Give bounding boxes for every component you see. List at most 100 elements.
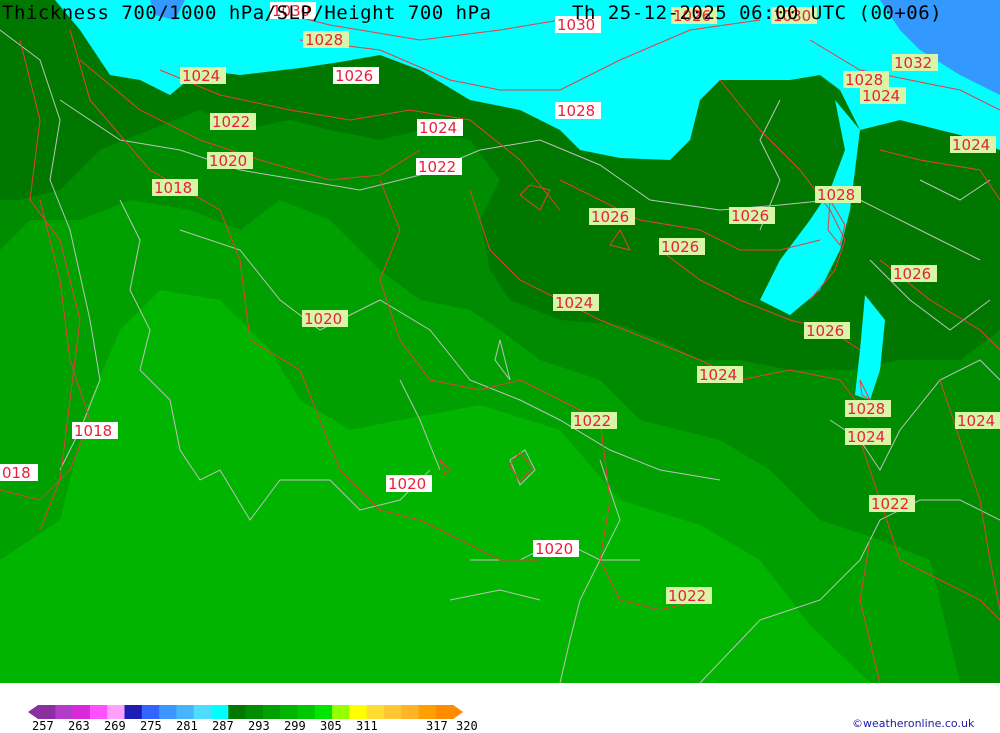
isobar-label: 1024 [950,136,996,154]
isobar-label: 1022 [666,587,712,605]
isobar-label: 1024 [860,87,906,105]
scale-swatch [107,705,125,719]
isobar-label: 1026 [659,238,705,256]
isobar-label: 1022 [869,495,915,513]
isobar-label: 1020 [207,152,253,170]
scale-swatch [435,705,454,719]
scale-swatch [211,705,229,719]
label-text: 1024 [419,119,457,137]
label-text: 1020 [535,540,573,558]
isobar-label: 1022 [571,412,617,430]
scale-swatch [314,705,333,719]
isobar-label: 1024 [697,366,743,384]
scale-swatch [262,705,281,719]
scale-tick-label: 311 [356,719,378,733]
scale-tick-label: 263 [68,719,90,733]
isobar-label: 018 [0,464,38,482]
scale-arrow-left [28,705,38,719]
scale-tick-label: 317 [426,719,448,733]
scale-swatch [72,705,91,719]
scale-arrow-right [453,705,464,719]
label-text: 1022 [418,158,456,176]
scale-swatch [159,705,177,719]
isobar-label: 1032 [892,54,938,72]
isobar-label: 1020 [386,475,432,493]
scale-swatch [193,705,212,719]
scale-tick-label: 275 [140,719,162,733]
isobar-label: 1028 [303,31,349,49]
isobar-label: 1022 [210,113,256,131]
isobar-label: 1026 [589,208,635,226]
label-text: 1022 [871,495,909,513]
label-text: 1018 [74,422,112,440]
scale-swatch [401,705,420,719]
label-text: 1022 [212,113,250,131]
scale-swatch [38,705,56,719]
scale-swatch [124,705,143,719]
isobar-label: 1026 [333,67,379,85]
scale-tick-label: 320 [456,719,478,733]
valid-time: Th 25-12-2025 06:00 UTC (00+06) [572,2,943,24]
scale-tick-label: 305 [320,719,342,733]
scale-tick-label: 293 [248,719,270,733]
label-text: 1024 [182,67,220,85]
isobar-label: 1024 [955,412,1000,430]
label-text: 1026 [335,67,373,85]
label-text: 1028 [817,186,855,204]
isobar-label: 1020 [302,310,348,328]
label-text: 1024 [847,428,885,446]
label-text: 1018 [154,179,192,197]
label-text: 1026 [893,265,931,283]
isobar-label: 1024 [845,428,891,446]
scale-tick-label: 269 [104,719,126,733]
isobar-label: 1028 [555,102,601,120]
scale-tick-label: 281 [176,719,198,733]
scale-swatch [141,705,160,719]
label-text: 1020 [304,310,342,328]
scale-swatch [297,705,316,719]
label-text: 1026 [806,322,844,340]
isobar-label: 1024 [417,119,463,137]
scale-swatch [366,705,385,719]
label-text: 1024 [862,87,900,105]
label-text: 1026 [591,208,629,226]
isobar-label: 1026 [729,207,775,225]
label-text: 1020 [388,475,426,493]
label-text: 1032 [894,54,932,72]
scale-swatch [349,705,368,719]
isobar-label: 1026 [891,265,937,283]
scale-swatch [418,705,437,719]
label-text: 1026 [661,238,699,256]
label-text: 1022 [573,412,611,430]
label-text: 1024 [957,412,995,430]
isobar-label: 1018 [72,422,118,440]
scale-swatch [245,705,264,719]
label-text: 1020 [209,152,247,170]
label-text: 018 [2,464,31,482]
label-text: 1022 [668,587,706,605]
label-text: 1026 [731,207,769,225]
label-text: 1028 [847,400,885,418]
scale-swatch [55,705,74,719]
scale-swatch [280,705,298,719]
label-text: 1024 [952,136,990,154]
label-text: 1024 [699,366,737,384]
credit[interactable]: ©weatheronline.co.uk [852,717,974,730]
label-text: 1028 [305,31,343,49]
map-title: Thickness 700/1000 hPa/SLP/Height 700 hP… [2,2,492,24]
scale-swatch [176,705,195,719]
label-text: 1024 [555,294,593,312]
scale-swatch [228,705,247,719]
isobar-label: 1028 [845,400,891,418]
isobar-label: 1024 [553,294,599,312]
isobar-label: 1022 [416,158,462,176]
weather-map: 1030 1028 1030 1026 1030 1032 1024 1026 … [0,0,1000,683]
isobar-label: 1020 [533,540,579,558]
isobar-label: 1026 [804,322,850,340]
scale-swatch [332,705,350,719]
isobar-label: 1024 [180,67,226,85]
color-scale-ticks: 257 263 269 275 281 287 293 299 305 311 317 320 [0,719,520,733]
scale-tick-label: 257 [32,719,54,733]
isobar-label: 1028 [815,186,861,204]
scale-tick-label: 299 [284,719,306,733]
